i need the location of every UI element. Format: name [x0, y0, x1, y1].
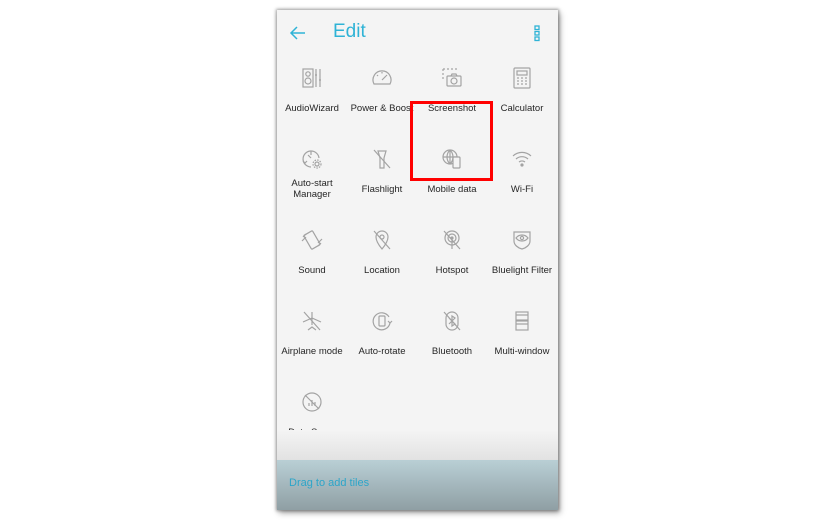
tile-airplane-mode[interactable]: Airplane mode: [277, 299, 347, 380]
tile-label: Power & Boost: [350, 102, 414, 114]
tile-mobile-data[interactable]: Mobile data: [417, 137, 487, 218]
tile-label: Flashlight: [361, 183, 403, 195]
tile-power-boost[interactable]: Power & Boost: [347, 56, 417, 137]
tile-label: Airplane mode: [281, 345, 343, 357]
globe-phone-icon: [442, 149, 461, 169]
tile-calculator[interactable]: Calculator: [487, 56, 557, 137]
speedometer-icon: [372, 70, 392, 85]
drag-hint: Drag to add tiles: [289, 477, 370, 489]
tile-bluetooth[interactable]: Bluetooth: [417, 299, 487, 380]
tile-flashlight[interactable]: Flashlight: [347, 137, 417, 218]
tile-label: Wi-Fi: [510, 183, 534, 195]
tile-bluelight-filter[interactable]: Bluelight Filter: [487, 218, 557, 299]
tile-label: AudioWizard: [285, 102, 339, 114]
auto-start-gear-icon: [302, 150, 322, 169]
tile-label: Auto-start Manager: [291, 178, 333, 200]
airplane-off-icon: [302, 311, 322, 331]
tile-label: Mobile data: [427, 183, 477, 195]
more-vertical-icon: [534, 25, 540, 42]
tile-location[interactable]: Location: [347, 218, 417, 299]
screenshot-camera-icon: [442, 68, 462, 87]
eye-shield-icon: [513, 231, 531, 250]
page-title: Edit: [333, 21, 366, 42]
header: Edit: [277, 10, 558, 56]
tile-label: Screenshot: [427, 102, 477, 114]
rotate-phone-icon: [372, 312, 393, 331]
more-options-button[interactable]: [532, 24, 542, 42]
tile-label: Hotspot: [435, 264, 469, 276]
tile-label: Location: [364, 264, 400, 276]
multi-window-icon: [515, 311, 529, 331]
tile-auto-rotate[interactable]: Auto-rotate: [347, 299, 417, 380]
back-button[interactable]: [288, 23, 308, 43]
bluetooth-off-icon: [443, 311, 461, 331]
tile-label: Bluetooth: [431, 345, 473, 357]
calculator-icon: [513, 67, 531, 89]
tile-label: Multi-window: [494, 345, 550, 357]
hotspot-off-icon: [443, 230, 461, 250]
location-off-icon: [373, 230, 391, 250]
arrow-left-icon: [289, 26, 305, 40]
vibrate-phone-icon: [301, 230, 323, 250]
tile-label: Calculator: [500, 102, 544, 114]
quick-settings-edit-screen: Edit AudioWizard Power & Boost Screensho…: [277, 10, 558, 510]
tile-wifi[interactable]: Wi-Fi: [487, 137, 557, 218]
tile-label: Sound: [298, 264, 326, 276]
fade-divider: [277, 430, 558, 460]
tile-hotspot[interactable]: Hotspot: [417, 218, 487, 299]
flashlight-off-icon: [373, 149, 391, 169]
tile-sound[interactable]: Sound: [277, 218, 347, 299]
tile-label: Auto-rotate: [358, 345, 406, 357]
tile-screenshot[interactable]: Screenshot: [417, 56, 487, 137]
tile-audiowizard[interactable]: AudioWizard: [277, 56, 347, 137]
tile-auto-start-manager[interactable]: Auto-start Manager: [277, 137, 347, 218]
speaker-equalizer-icon: [302, 68, 321, 88]
available-tiles-area: Drag to add tiles: [277, 460, 558, 510]
tile-multi-window[interactable]: Multi-window: [487, 299, 557, 380]
tile-label: Bluelight Filter: [491, 264, 553, 276]
data-saver-off-icon: [302, 392, 322, 412]
wifi-icon: [512, 151, 532, 167]
